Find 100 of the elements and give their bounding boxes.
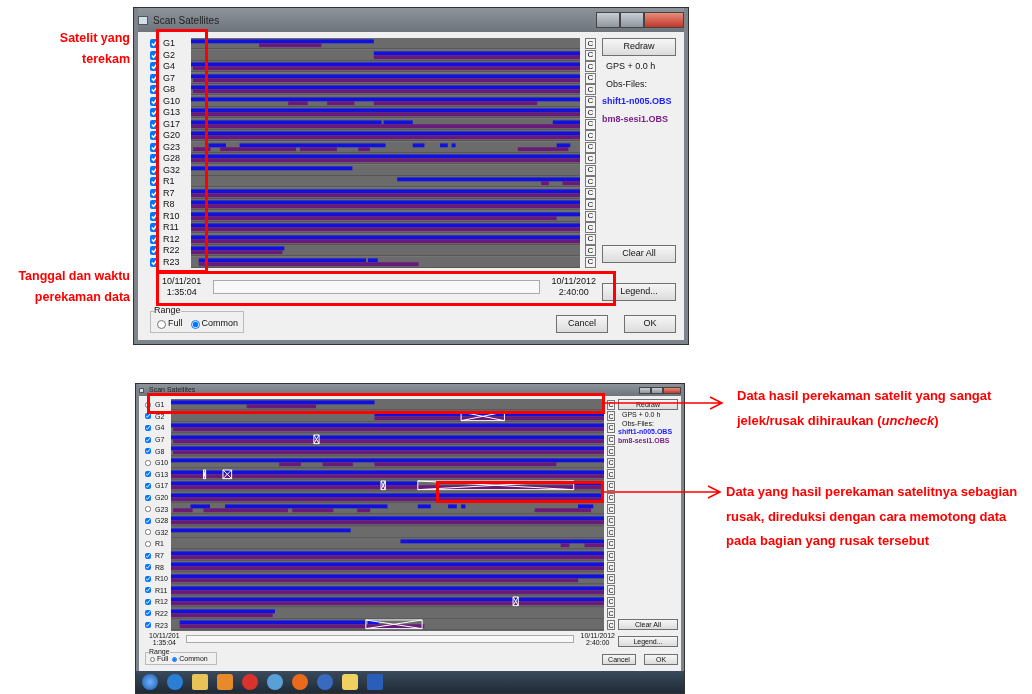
checkbox[interactable] <box>145 413 151 420</box>
checkbox[interactable] <box>145 517 151 524</box>
satellite-label: R8 <box>163 198 176 211</box>
radio-button[interactable] <box>150 656 155 662</box>
clear-all-button[interactable]: Clear All <box>602 245 676 263</box>
checkbox[interactable] <box>150 246 159 256</box>
checkbox[interactable] <box>145 598 151 605</box>
radio-button[interactable] <box>157 319 166 329</box>
checkbox[interactable] <box>150 62 159 72</box>
redraw-button[interactable]: Redraw <box>602 38 676 56</box>
cut-button[interactable]: C <box>585 61 596 73</box>
cut-button[interactable]: C <box>585 256 596 268</box>
checkbox[interactable] <box>145 436 151 443</box>
radio-button[interactable] <box>172 656 178 662</box>
cut-button[interactable]: C <box>585 222 596 234</box>
checkbox[interactable] <box>145 552 151 559</box>
checkbox[interactable] <box>145 622 151 629</box>
cut-button[interactable]: C <box>585 95 596 107</box>
satellite-label: G23 <box>163 140 181 154</box>
checkbox[interactable] <box>150 165 159 175</box>
window-title: Scan Satellites <box>153 13 220 28</box>
minimize-button[interactable] <box>639 386 651 394</box>
checkbox[interactable] <box>150 200 159 210</box>
cut-button[interactable]: C <box>585 49 596 61</box>
app-icon <box>138 15 148 25</box>
checkbox[interactable] <box>150 188 159 198</box>
cancel-button[interactable]: Cancel <box>556 315 608 333</box>
satellite-label: G32 <box>163 163 181 177</box>
obs-file-name: shift1-n005.OBS <box>602 95 672 108</box>
cut-button[interactable]: C <box>585 164 596 176</box>
satellite-label: G7 <box>163 71 176 85</box>
close-button[interactable] <box>663 386 681 394</box>
satellite-label: R12 <box>163 232 181 246</box>
ok-button[interactable]: OK <box>624 315 676 333</box>
annotation-text: Data hasil perekaman satelit yang sangat jelek/rusak dihiraukan (uncheck) <box>737 387 993 430</box>
annotation-text: Tanggal dan waktu perekaman data <box>17 268 130 306</box>
satellite-label: G4 <box>163 60 176 73</box>
cut-button[interactable]: C <box>585 38 596 50</box>
checkbox[interactable] <box>150 142 159 152</box>
radio-button[interactable] <box>190 319 200 329</box>
radio-label[interactable]: Full <box>168 317 183 331</box>
minimize-button[interactable] <box>596 12 620 28</box>
cut-button[interactable]: C <box>585 210 596 222</box>
close-button[interactable] <box>644 12 684 28</box>
checkbox[interactable] <box>145 506 151 513</box>
checkbox[interactable] <box>150 108 159 118</box>
satellite-label: R22 <box>163 244 181 257</box>
satellite-label: G1 <box>163 37 176 50</box>
maximize-button[interactable] <box>651 386 663 394</box>
checkbox[interactable] <box>145 494 151 501</box>
cut-button[interactable]: C <box>585 153 596 165</box>
obs-file-name: bm8-sesi1.OBS <box>602 112 669 126</box>
cut-button[interactable]: C <box>585 176 596 188</box>
checkbox[interactable] <box>150 234 159 244</box>
checkbox[interactable] <box>150 154 159 164</box>
checkbox[interactable] <box>150 211 159 221</box>
range-label: Range <box>154 306 181 315</box>
cut-button[interactable]: C <box>585 118 596 130</box>
checkbox[interactable] <box>150 177 159 187</box>
cut-button[interactable]: C <box>585 130 596 142</box>
checkbox[interactable] <box>150 119 159 129</box>
radio-label[interactable]: Common <box>201 317 239 331</box>
cut-button[interactable]: C <box>585 72 596 84</box>
satellite-label: G20 <box>163 129 181 142</box>
app-icon <box>139 387 144 393</box>
checkbox[interactable] <box>150 96 159 106</box>
checkbox[interactable] <box>145 401 151 408</box>
cut-button[interactable]: C <box>585 199 596 211</box>
checkbox[interactable] <box>145 540 151 547</box>
cut-button[interactable]: C <box>585 233 596 245</box>
checkbox[interactable] <box>145 587 151 594</box>
checkbox[interactable] <box>145 529 151 536</box>
checkbox[interactable] <box>150 257 159 267</box>
checkbox[interactable] <box>150 85 159 95</box>
checkbox[interactable] <box>150 73 159 83</box>
checkbox[interactable] <box>145 610 151 617</box>
checkbox[interactable] <box>145 471 151 478</box>
start-orb-icon[interactable] <box>142 674 158 690</box>
checkbox[interactable] <box>150 131 159 141</box>
satellite-label: R11 <box>163 221 180 234</box>
cut-button[interactable]: C <box>585 245 596 257</box>
cut-button[interactable]: C <box>585 187 596 199</box>
checkbox[interactable] <box>145 564 151 571</box>
satellite-label: G10 <box>163 94 181 108</box>
checkbox[interactable] <box>145 425 151 431</box>
legend-button[interactable]: Legend... <box>602 283 676 301</box>
checkbox[interactable] <box>145 459 151 466</box>
start-time: 10/11/201 1:35:04 <box>162 276 202 298</box>
annotation-text: Data yang hasil perekaman satelitnya sebagian rusak, direduksi dengan cara memotong data pada bagian yang rusak tersebut <box>726 483 1018 550</box>
checkbox[interactable] <box>150 223 159 233</box>
checkbox[interactable] <box>150 39 159 49</box>
cut-button[interactable]: C <box>585 107 596 119</box>
maximize-button[interactable] <box>620 12 644 28</box>
cut-button[interactable]: C <box>585 84 596 96</box>
checkbox[interactable] <box>145 448 151 455</box>
checkbox[interactable] <box>150 50 159 60</box>
checkbox[interactable] <box>145 575 151 582</box>
satellite-label: G13 <box>163 106 181 119</box>
cut-button[interactable]: C <box>585 141 596 153</box>
checkbox[interactable] <box>145 482 151 489</box>
